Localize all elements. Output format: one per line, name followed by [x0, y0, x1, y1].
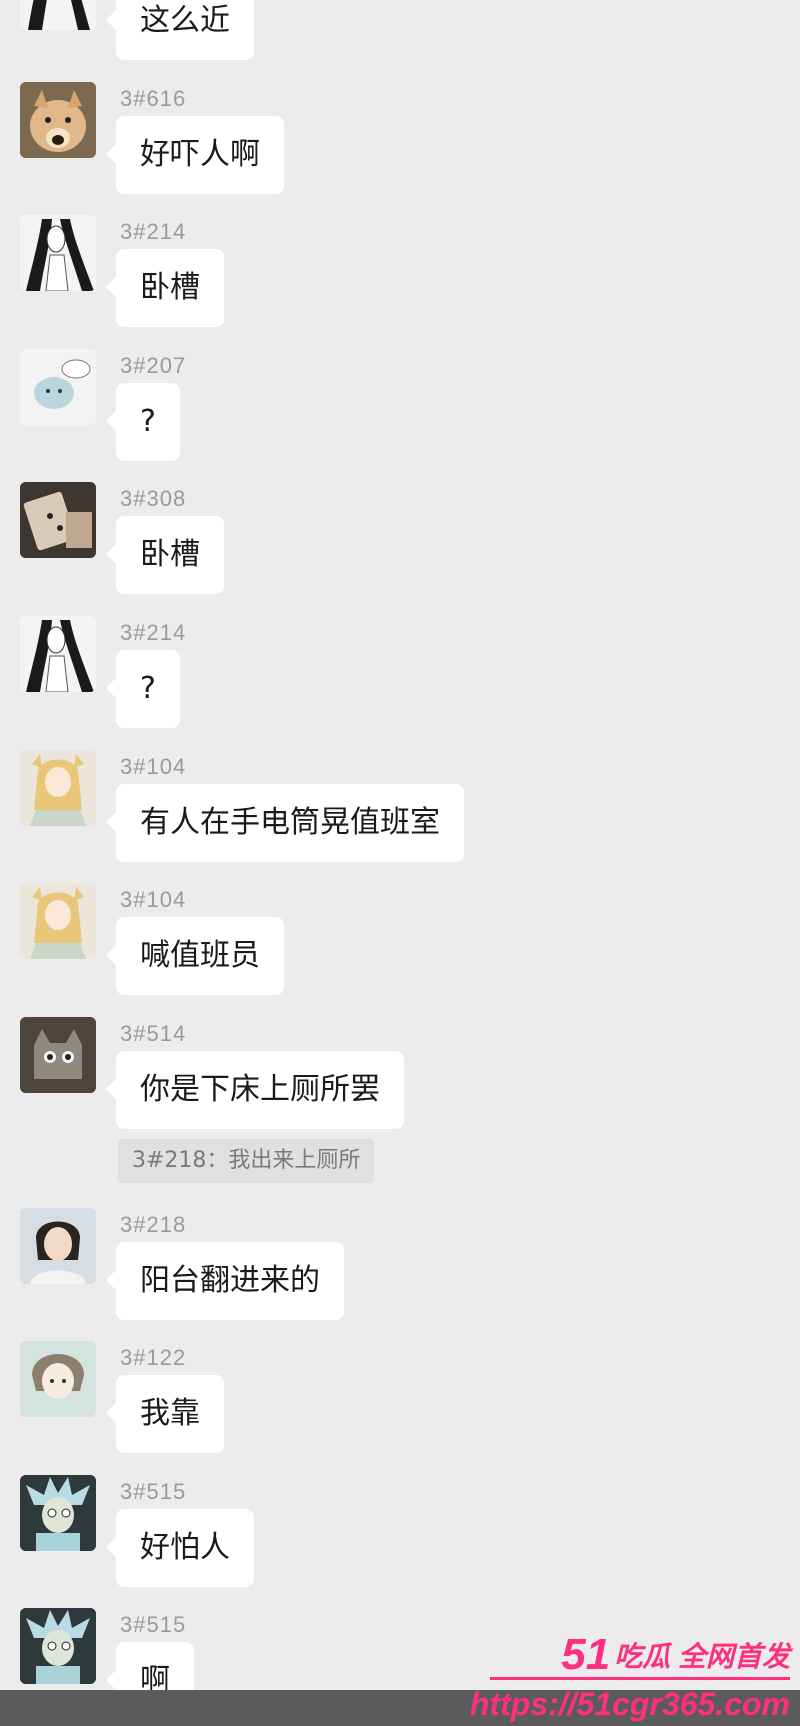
watermark-brand-text: 吃瓜 全网首发	[614, 1641, 790, 1672]
photo-avatar[interactable]	[20, 482, 96, 558]
sender-id: 3#308	[120, 486, 187, 511]
watermark-url: https://51cgr365.com	[469, 1686, 790, 1722]
rick-avatar[interactable]	[20, 1475, 96, 1551]
sender-id: 3#207	[120, 353, 187, 378]
sender-id: 3#515	[120, 1479, 187, 1504]
cat-toy-avatar[interactable]	[20, 1017, 96, 1093]
message-bubble[interactable]: 阳台翻进来的	[106, 1242, 344, 1320]
sender-id: 3#218	[120, 1212, 187, 1237]
message-bubble[interactable]: 好吓人啊	[106, 116, 284, 194]
sender-id: 3#214	[120, 219, 187, 244]
message-bubble[interactable]: 好怕人	[106, 1509, 254, 1587]
watermark-brand-number: 51	[561, 1630, 611, 1679]
anime-girl-avatar[interactable]	[20, 750, 96, 826]
message-bubble[interactable]: 卧槽	[106, 249, 224, 327]
watermark-brand: 51 吃瓜 全网首发	[561, 1630, 790, 1680]
message-bubble[interactable]: 有人在手电筒晃值班室	[106, 784, 464, 862]
sender-id: 3#104	[120, 887, 187, 912]
sender-id: 3#104	[120, 754, 187, 779]
anime-girl-avatar[interactable]	[20, 883, 96, 959]
message-bubble[interactable]: 这么近	[106, 0, 254, 60]
quoted-message[interactable]: 3#218：我出来上厕所	[118, 1139, 375, 1183]
sender-id: 3#122	[120, 1345, 187, 1370]
sender-id: 3#616	[120, 86, 187, 111]
message-bubble[interactable]: ?	[106, 383, 180, 461]
watermark-divider	[490, 1677, 790, 1680]
message-bubble[interactable]: 喊值班员	[106, 917, 284, 995]
sketch-woman-avatar[interactable]	[20, 616, 96, 692]
message-bubble[interactable]: 你是下床上厕所罢	[106, 1051, 404, 1129]
message-bubble[interactable]: 我靠	[106, 1375, 224, 1453]
sketch-woman-avatar[interactable]	[20, 215, 96, 291]
sender-id: 3#515	[120, 1612, 187, 1637]
person-avatar[interactable]	[20, 1208, 96, 1284]
message-bubble[interactable]: ?	[106, 650, 180, 728]
anime-boy-avatar[interactable]	[20, 1341, 96, 1417]
rick-avatar[interactable]	[20, 1608, 96, 1684]
sender-id: 3#514	[120, 1021, 187, 1046]
message-bubble[interactable]: 卧槽	[106, 516, 224, 594]
sender-id: 3#214	[120, 620, 187, 645]
dog-avatar[interactable]	[20, 82, 96, 158]
cartoon-cat-avatar[interactable]	[20, 349, 96, 425]
sketch-woman-avatar[interactable]	[20, 0, 96, 30]
